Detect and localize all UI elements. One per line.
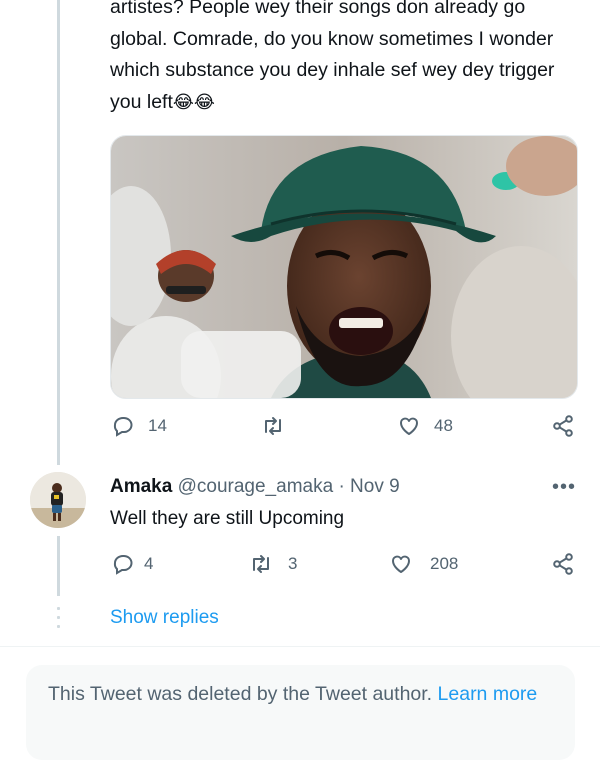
tweet-image[interactable]: [110, 135, 578, 399]
reply-button[interactable]: 14: [110, 413, 167, 439]
like-icon: [396, 413, 422, 439]
deleted-message: This Tweet was deleted by the Tweet auth…: [48, 683, 433, 705]
reply-separator: ·: [338, 476, 345, 497]
deleted-notice-text: This Tweet was deleted by the Tweet auth…: [48, 679, 548, 709]
reply-count: 14: [148, 416, 167, 435]
reply-author-name[interactable]: Amaka: [110, 476, 172, 497]
reply-share-button[interactable]: [550, 551, 576, 577]
avatar[interactable]: [30, 472, 86, 528]
share-icon: [550, 551, 576, 577]
show-replies-link[interactable]: Show replies: [110, 606, 219, 630]
thread-dots: [56, 607, 62, 634]
thread-line-top: [57, 0, 60, 465]
reply-reply-count: 4: [144, 554, 154, 573]
reply-icon: [110, 413, 136, 439]
share-button[interactable]: [550, 413, 576, 439]
reply-date[interactable]: Nov 9: [350, 476, 400, 497]
reply-header: Amaka @courage_amaka · Nov 9: [110, 475, 400, 499]
share-icon: [550, 413, 576, 439]
reply-actions: 4 3 208: [110, 551, 580, 581]
tweet-text: artistes? People wey their songs don alr…: [110, 0, 580, 118]
reply-like-count: 208: [430, 554, 459, 573]
reply-retweet-button[interactable]: 3: [248, 551, 297, 577]
reply-like-button[interactable]: 208: [388, 551, 458, 577]
deleted-tweet-notice: This Tweet was deleted by the Tweet auth…: [26, 665, 575, 760]
retweet-button[interactable]: [260, 413, 298, 439]
thread-line-reply: [57, 536, 60, 596]
reply-text: Well they are still Upcoming: [110, 508, 345, 529]
reply-icon: [110, 551, 136, 577]
tweet-emoji: 😂😂: [172, 91, 215, 112]
more-options-button[interactable]: •••: [552, 477, 576, 497]
reply-retweet-count: 3: [288, 554, 298, 573]
reply-reply-button[interactable]: 4: [110, 551, 153, 577]
like-count: 48: [434, 416, 453, 435]
reply-author-handle[interactable]: @courage_amaka: [178, 476, 334, 497]
retweet-icon: [260, 413, 286, 439]
tweet-actions: 14 48: [110, 413, 580, 443]
learn-more-link[interactable]: Learn more: [438, 683, 538, 705]
retweet-icon: [248, 551, 274, 577]
like-icon: [388, 551, 414, 577]
divider: [0, 646, 600, 647]
like-button[interactable]: 48: [396, 413, 453, 439]
